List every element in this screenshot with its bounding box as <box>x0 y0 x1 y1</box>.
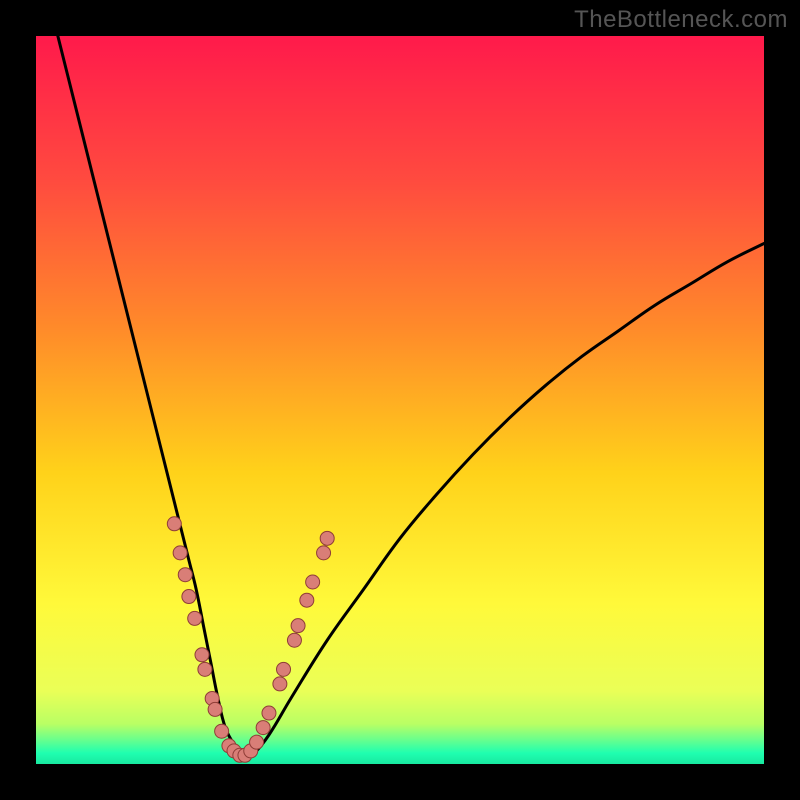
watermark-label: TheBottleneck.com <box>574 6 788 34</box>
data-dot <box>291 619 305 633</box>
data-dot <box>306 575 320 589</box>
data-dot <box>317 546 331 560</box>
data-dot <box>195 648 209 662</box>
data-dot <box>250 735 264 749</box>
data-dot <box>256 721 270 735</box>
data-dot <box>167 517 181 531</box>
bottleneck-dots <box>36 36 764 764</box>
data-dot <box>300 593 314 607</box>
data-dot <box>188 611 202 625</box>
data-dot <box>198 662 212 676</box>
data-dot <box>215 724 229 738</box>
data-dot <box>273 677 287 691</box>
chart-frame: TheBottleneck.com <box>0 0 800 800</box>
data-dot <box>277 662 291 676</box>
data-dot <box>208 702 222 716</box>
data-dot <box>173 546 187 560</box>
data-dot <box>320 531 334 545</box>
data-dot <box>287 633 301 647</box>
data-dot <box>182 590 196 604</box>
data-dot <box>262 706 276 720</box>
data-dot <box>178 568 192 582</box>
plot-area <box>36 36 764 764</box>
